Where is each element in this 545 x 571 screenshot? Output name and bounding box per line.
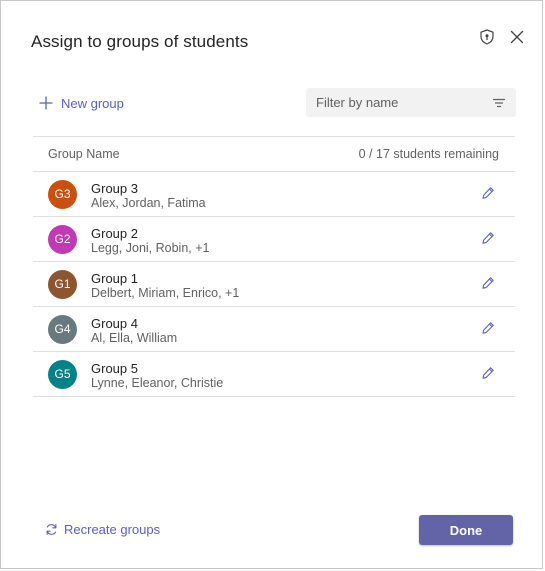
column-header-group-name: Group Name xyxy=(48,147,120,161)
new-group-button[interactable]: New group xyxy=(39,93,124,113)
group-members: Alex, Jordan, Fatima xyxy=(91,196,206,210)
group-avatar: G2 xyxy=(48,224,77,254)
group-avatar: G5 xyxy=(48,359,77,389)
group-members: Al, Ella, William xyxy=(91,331,178,345)
group-row[interactable]: G5 Group 5 Lynne, Eleanor, Christie xyxy=(33,352,515,397)
refresh-icon xyxy=(46,524,57,535)
group-row[interactable]: G3 Group 3 Alex, Jordan, Fatima xyxy=(33,172,515,217)
group-text: Group 1 Delbert, Miriam, Enrico, +1 xyxy=(91,271,239,301)
close-icon[interactable] xyxy=(508,28,526,46)
recreate-groups-label: Recreate groups xyxy=(64,522,161,537)
group-avatar: G4 xyxy=(48,314,77,344)
group-members: Lynne, Eleanor, Christie xyxy=(91,376,224,390)
filter-input[interactable] xyxy=(316,95,492,110)
group-row[interactable]: G2 Group 2 Legg, Joni, Robin, +1 xyxy=(33,217,515,262)
group-name: Group 5 xyxy=(91,361,138,376)
group-row[interactable]: G1 Group 1 Delbert, Miriam, Enrico, +1 xyxy=(33,262,515,307)
group-name: Group 4 xyxy=(91,316,138,331)
dialog-title: Assign to groups of students xyxy=(31,32,249,51)
group-text: Group 2 Legg, Joni, Robin, +1 xyxy=(91,226,210,256)
new-group-label: New group xyxy=(61,95,124,111)
students-remaining: 0 / 17 students remaining xyxy=(358,147,499,161)
group-row[interactable]: G4 Group 4 Al, Ella, William xyxy=(33,307,515,352)
group-text: Group 5 Lynne, Eleanor, Christie xyxy=(91,361,223,391)
group-text: Group 3 Alex, Jordan, Fatima xyxy=(91,181,206,211)
group-avatar: G1 xyxy=(48,269,77,299)
groups-table: Group Name 0 / 17 students remaining G3 G… xyxy=(33,136,515,397)
plus-icon xyxy=(39,96,53,110)
recreate-groups-button[interactable]: Recreate groups xyxy=(45,522,160,537)
group-name: Group 2 xyxy=(91,226,138,241)
group-members: Legg, Joni, Robin, +1 xyxy=(91,241,210,255)
edit-group-icon[interactable] xyxy=(481,231,495,245)
group-name: Group 3 xyxy=(91,181,138,196)
group-avatar: G3 xyxy=(48,179,77,209)
group-name: Group 1 xyxy=(91,271,138,286)
table-header: Group Name 0 / 17 students remaining xyxy=(33,136,515,172)
assign-groups-dialog: Assign to groups of students New group G… xyxy=(0,0,543,569)
edit-group-icon[interactable] xyxy=(481,366,495,380)
edit-group-icon[interactable] xyxy=(481,276,495,290)
edit-group-icon[interactable] xyxy=(481,186,495,200)
done-button[interactable]: Done xyxy=(419,515,513,545)
group-text: Group 4 Al, Ella, William xyxy=(91,316,177,346)
filter-box[interactable] xyxy=(306,88,516,117)
group-members: Delbert, Miriam, Enrico, +1 xyxy=(91,286,240,300)
shield-icon[interactable] xyxy=(478,28,496,46)
filter-icon[interactable] xyxy=(492,96,506,110)
edit-group-icon[interactable] xyxy=(481,321,495,335)
